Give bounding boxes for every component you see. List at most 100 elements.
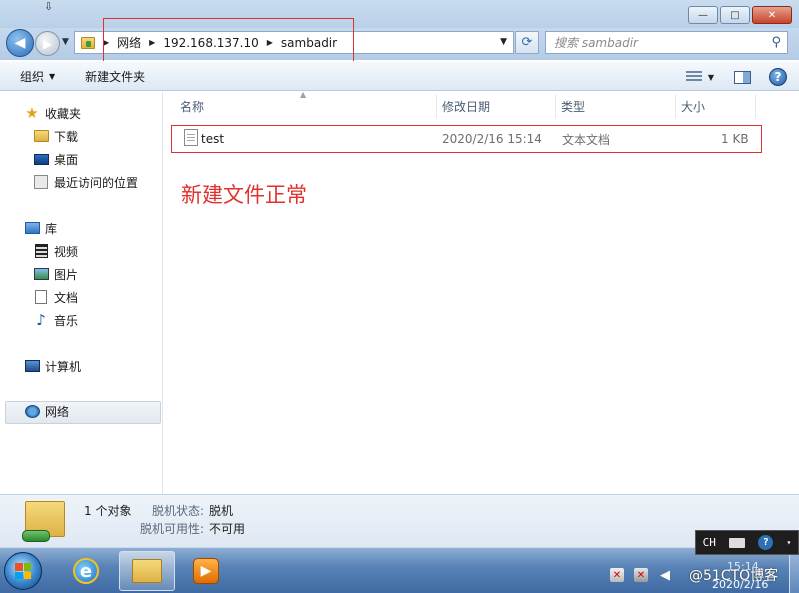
- file-row[interactable]: test 2020/2/16 15:14 文本文档 1 KB: [170, 125, 762, 153]
- nav-libraries[interactable]: 库: [24, 218, 57, 238]
- search-placeholder: 搜索 sambadir: [554, 36, 638, 50]
- file-type: 文本文档: [562, 132, 611, 147]
- media-player-icon: ▶: [193, 558, 219, 584]
- nav-favorites[interactable]: ★ 收藏夹: [24, 103, 81, 123]
- address-dropdown-icon[interactable]: ▼: [500, 37, 507, 47]
- nav-network[interactable]: 网络: [24, 401, 69, 421]
- action-center-flag-icon[interactable]: ✕: [610, 568, 624, 582]
- drag-cursor-icon: ⇩: [44, 0, 54, 13]
- organize-label: 组织: [20, 69, 45, 84]
- nav-item-desktop[interactable]: 桌面: [33, 149, 78, 169]
- help-button[interactable]: ?: [769, 68, 787, 86]
- computer-icon: [24, 358, 40, 374]
- column-divider[interactable]: [755, 94, 756, 118]
- column-header-name[interactable]: 名称: [180, 98, 204, 116]
- chevron-down-icon: ▼: [49, 71, 56, 81]
- file-date: 2020/2/16 15:14: [442, 132, 542, 146]
- nav-item-music[interactable]: ♪ 音乐: [33, 310, 78, 330]
- preview-pane-icon[interactable]: [734, 70, 751, 84]
- new-folder-button[interactable]: 新建文件夹: [85, 68, 145, 85]
- network-folder-icon: [81, 36, 95, 49]
- breadcrumb-host[interactable]: 192.168.137.10: [163, 36, 258, 50]
- minimize-button[interactable]: —: [688, 6, 718, 24]
- file-name: test: [201, 132, 225, 146]
- maximize-button[interactable]: □: [720, 6, 750, 24]
- annotation-text: 新建文件正常: [181, 183, 307, 207]
- taskbar-explorer[interactable]: [119, 551, 175, 591]
- network-icon: [24, 403, 40, 419]
- music-note-icon: ♪: [36, 311, 46, 329]
- nav-item-recent[interactable]: 最近访问的位置: [33, 172, 138, 192]
- nav-item-pictures[interactable]: 图片: [33, 264, 78, 284]
- sort-ascending-icon: ▲: [300, 90, 307, 99]
- breadcrumb-separator-icon[interactable]: ▶: [267, 38, 273, 47]
- file-list-pane: ▲ 名称 修改日期 类型 大小 test 2020/2/16 15:14 文本文…: [164, 90, 799, 494]
- column-divider[interactable]: [675, 94, 676, 118]
- search-input[interactable]: 搜索 sambadir ⚲: [545, 31, 788, 54]
- document-icon: [33, 289, 49, 305]
- recent-pages-dropdown[interactable]: ▼: [62, 37, 69, 47]
- offline-availability-label: 脱机可用性:: [140, 522, 205, 536]
- volume-icon[interactable]: ◀: [658, 568, 672, 583]
- search-icon[interactable]: ⚲: [771, 35, 781, 50]
- back-button[interactable]: ◀: [6, 29, 34, 57]
- language-help-icon[interactable]: ?: [758, 535, 774, 550]
- navigation-pane: ★ 收藏夹 下载 桌面 最近访问的位置 库 视频 图片 文档 ♪ 音乐 计算机 …: [0, 92, 163, 494]
- nav-network-label: 网络: [45, 404, 70, 419]
- network-status-icon[interactable]: ✕: [634, 568, 648, 582]
- nav-item-documents[interactable]: 文档: [33, 287, 78, 307]
- shared-folder-icon: [22, 501, 65, 542]
- taskbar-internet-explorer[interactable]: e: [58, 551, 114, 591]
- column-divider[interactable]: [555, 94, 556, 118]
- nav-item-videos[interactable]: 视频: [33, 241, 78, 261]
- offline-status-label: 脱机状态:: [152, 504, 205, 518]
- libraries-icon: [24, 220, 40, 236]
- breadcrumb-network[interactable]: 网络: [117, 34, 141, 51]
- forward-button[interactable]: ▶: [35, 31, 60, 56]
- star-icon: ★: [25, 104, 39, 122]
- nav-item-label: 视频: [54, 244, 79, 259]
- offline-availability-value: 不可用: [209, 522, 246, 536]
- system-tray: ✕ ✕ ◀: [610, 568, 672, 583]
- nav-item-downloads[interactable]: 下载: [33, 126, 78, 146]
- video-icon: [33, 243, 49, 259]
- nav-computer[interactable]: 计算机: [24, 356, 81, 376]
- view-controls: ▼ ?: [685, 62, 799, 92]
- taskbar: e ▶: [0, 547, 799, 593]
- recent-places-icon: [33, 174, 49, 190]
- desktop-icon: [33, 151, 49, 167]
- clock-date[interactable]: 2020/2/16: [712, 578, 768, 591]
- breadcrumb-sambadir[interactable]: sambadir: [281, 36, 337, 50]
- nav-item-label: 音乐: [54, 313, 79, 328]
- column-header-date[interactable]: 修改日期: [442, 98, 490, 116]
- column-divider[interactable]: [436, 94, 437, 118]
- nav-libraries-label: 库: [45, 221, 58, 236]
- column-header-size[interactable]: 大小: [681, 98, 705, 116]
- start-button[interactable]: [4, 552, 42, 590]
- organize-button[interactable]: 组织 ▼: [20, 68, 55, 85]
- language-bar[interactable]: CH ? ▾: [695, 530, 799, 555]
- nav-item-label: 桌面: [54, 152, 79, 167]
- window-controls: — □ ✕: [688, 6, 792, 24]
- item-count: 1 个对象: [84, 504, 132, 518]
- column-header-type[interactable]: 类型: [561, 98, 585, 116]
- title-bar: ⇩ — □ ✕: [0, 0, 799, 28]
- language-indicator[interactable]: CH: [703, 536, 716, 549]
- nav-item-label: 文档: [54, 290, 79, 305]
- breadcrumb-separator-icon[interactable]: ▶: [149, 38, 155, 47]
- breadcrumb-separator-icon[interactable]: ▶: [103, 38, 109, 47]
- address-bar[interactable]: ▶ 网络 ▶ 192.168.137.10 ▶ sambadir ▼: [74, 31, 514, 54]
- windows-logo-icon: [15, 563, 31, 579]
- taskbar-media-player[interactable]: ▶: [178, 551, 234, 591]
- nav-item-label: 下载: [54, 129, 79, 144]
- new-folder-label: 新建文件夹: [85, 69, 146, 84]
- keyboard-icon[interactable]: [729, 537, 746, 548]
- view-options-dropdown-icon[interactable]: ▼: [708, 73, 714, 82]
- nav-item-label: 图片: [54, 267, 79, 282]
- change-view-icon[interactable]: [685, 71, 702, 83]
- nav-computer-label: 计算机: [45, 359, 82, 374]
- refresh-button[interactable]: ⟳: [515, 31, 539, 54]
- nav-item-label: 最近访问的位置: [54, 175, 139, 190]
- close-button[interactable]: ✕: [752, 6, 792, 24]
- language-bar-options-icon[interactable]: ▾: [787, 538, 792, 547]
